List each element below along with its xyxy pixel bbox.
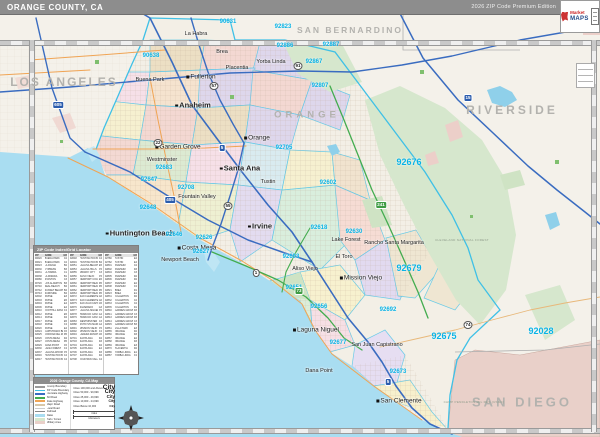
camp-pendleton-area: [448, 340, 600, 437]
legend-item-label: Water: [47, 414, 54, 417]
logo-brand-bottom: MAPS: [570, 16, 589, 22]
legend-swatch: [35, 386, 45, 389]
city-size-row: Cities Below 10,000City: [73, 405, 115, 410]
zip-index-panel: ZIP Code Index/Grid Locator ZIPNAMEGR906…: [33, 245, 139, 375]
legend-item-label: Railroad: [47, 410, 57, 413]
legend-swatch: [35, 418, 45, 421]
zip-index-row: 92887YORBA LINDAF2: [105, 354, 137, 357]
legend-item: Military Area: [35, 421, 69, 425]
logo-map-icon: [561, 12, 568, 22]
legend-swatch: [35, 414, 45, 417]
logo-info-box: [591, 8, 599, 25]
legend-item-label: ZIP Code Boundary: [47, 389, 70, 392]
legend-swatch: [35, 400, 45, 402]
legend-swatch: [35, 397, 45, 399]
publisher-logo: Market MAPS: [560, 0, 600, 33]
legend-item-label: Park / Forest: [47, 418, 62, 421]
legend-swatch: [35, 393, 45, 395]
grid-ruler-right: [591, 40, 597, 432]
scale-bar-miles: miles: [73, 411, 115, 415]
scale-bar-km: kilometers: [73, 416, 115, 420]
legend-item-label: Local Road: [47, 407, 60, 410]
legend-item-label: Military Area: [47, 421, 61, 424]
legend-swatch: [35, 390, 45, 392]
legend-item-label: Toll Road: [47, 396, 58, 399]
zip-index-table: ZIPNAMEGR90620BUENA PARKC290621BUENA PAR…: [34, 253, 138, 374]
legend-swatch: [35, 411, 45, 412]
map-note-box: [576, 63, 595, 88]
edition-label: 2026 ZIP Code Premium Edition: [471, 4, 556, 10]
grid-ruler-top: [0, 40, 600, 46]
map-sheet: LOS ANGELESSAN BERNARDINORIVERSIDEORANGE…: [0, 0, 600, 437]
legend-item-label: State Highway: [47, 400, 64, 403]
legend-item-label: Major Road: [47, 403, 60, 406]
title-bar: ORANGE COUNTY, CA 2026 ZIP Code Premium …: [0, 0, 600, 15]
legend-swatch: [35, 408, 45, 409]
legend-city-sizes: Cities 100,000 and AboveCityCities 50,00…: [71, 384, 117, 429]
legend-item-label: County Boundary: [47, 385, 67, 388]
legend-item-label: Interstate Highway: [47, 392, 68, 395]
map-title: ORANGE COUNTY, CA: [7, 3, 103, 12]
legend-swatch: [35, 421, 45, 424]
legend-panel: 2026 Orange County, CA Map County Bounda…: [33, 377, 115, 430]
zip-index-title: ZIP Code Index/Grid Locator: [34, 246, 138, 253]
zip-index-row: 92708FOUNTAIN VALLEYC4: [70, 358, 102, 361]
zip-index-column: ZIPNAMEGR90620BUENA PARKC290621BUENA PAR…: [34, 253, 69, 374]
legend-swatch: [35, 404, 45, 406]
zip-index-column: ZIPNAMEGR92780TUSTINE492782TUSTINE492801…: [104, 253, 138, 374]
zip-index-row: 92647HUNTINGTON BEACHC4: [35, 358, 67, 361]
compass-rose: [118, 405, 144, 431]
zip-index-column: ZIPNAMEGR92648HUNTINGTON BEACHC492649HUN…: [69, 253, 104, 374]
legend-symbol-list: County BoundaryZIP Code BoundaryIntersta…: [34, 384, 71, 429]
